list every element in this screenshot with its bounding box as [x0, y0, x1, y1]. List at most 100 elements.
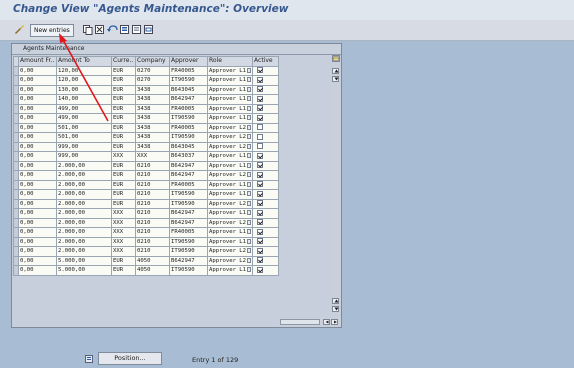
cell-currency[interactable]: EUR	[111, 189, 136, 200]
active-checkbox[interactable]	[257, 190, 264, 197]
column-header-active[interactable]: Active	[252, 56, 280, 67]
cell-company[interactable]: 0210	[135, 227, 170, 238]
column-header-currency[interactable]: Curre..	[111, 56, 136, 67]
copy-icon[interactable]	[83, 25, 93, 35]
cell-amount-from[interactable]: 0,00	[18, 160, 57, 171]
value-help-icon[interactable]	[247, 191, 252, 197]
value-help-icon[interactable]	[247, 267, 252, 273]
cell-company[interactable]: 0210	[135, 217, 170, 228]
cell-amount-to[interactable]: 2.000,00	[56, 198, 112, 209]
cell-currency[interactable]: XXX	[111, 246, 136, 257]
cell-company[interactable]: 3438	[135, 122, 170, 133]
cell-role[interactable]: Approver L1	[206, 236, 254, 247]
cell-currency[interactable]: XXX	[111, 208, 136, 219]
column-header-amount-from[interactable]: Amount Fr..	[18, 56, 57, 67]
value-help-icon[interactable]	[247, 67, 252, 73]
active-checkbox[interactable]	[257, 76, 264, 83]
cell-amount-to[interactable]: 2.000,00	[56, 246, 112, 257]
column-header-amount-to[interactable]: Amount To	[56, 56, 112, 67]
cell-approver[interactable]: B642947	[169, 160, 208, 171]
cell-approver[interactable]: IT90590	[169, 236, 208, 247]
cell-currency[interactable]: XXX	[111, 227, 136, 238]
cell-approver[interactable]: FR40005	[169, 65, 208, 76]
table-row[interactable]: 0,00 2.000,00 XXX 0210 FR40005 Approver L1	[13, 227, 280, 238]
cell-amount-from[interactable]: 0,00	[18, 179, 57, 190]
active-checkbox[interactable]	[257, 171, 264, 178]
cell-amount-to[interactable]: 2.000,00	[56, 160, 112, 171]
table-row[interactable]: 0,00 501,00 EUR 3438 FR40005 Approver L2	[13, 122, 280, 133]
cell-approver[interactable]: IT90590	[169, 246, 208, 257]
cell-amount-to[interactable]: 5.000,00	[56, 255, 112, 266]
table-row[interactable]: 0,00 2.000,00 XXX 0210 IT90590 Approver L2	[13, 246, 280, 257]
cell-role[interactable]: Approver L1	[206, 103, 254, 114]
cell-amount-from[interactable]: 0,00	[18, 113, 57, 124]
cell-role[interactable]: Approver L2	[206, 141, 254, 152]
scroll-up-icon[interactable]	[332, 68, 339, 74]
cell-role[interactable]: Approver L1	[206, 113, 254, 124]
cell-amount-to[interactable]: 2.000,00	[56, 236, 112, 247]
scroll-right-icon[interactable]	[331, 319, 338, 325]
cell-company[interactable]: 0210	[135, 208, 170, 219]
deselect-all-icon[interactable]	[132, 25, 141, 34]
value-help-icon[interactable]	[247, 153, 252, 159]
cell-approver[interactable]: FR40005	[169, 227, 208, 238]
value-help-icon[interactable]	[247, 257, 252, 263]
cell-company[interactable]: 4050	[135, 265, 170, 276]
cell-currency[interactable]: EUR	[111, 65, 136, 76]
cell-approver[interactable]: B643037	[169, 151, 208, 162]
value-help-icon[interactable]	[247, 143, 252, 149]
table-row[interactable]: 0,00 120,00 EUR 0270 IT90590 Approver L1	[13, 75, 280, 86]
cell-currency[interactable]: XXX	[111, 236, 136, 247]
cell-amount-to[interactable]: 499,00	[56, 113, 112, 124]
cell-role[interactable]: Approver L2	[206, 255, 254, 266]
cell-role[interactable]: Approver L2	[206, 217, 254, 228]
cell-amount-to[interactable]: 501,00	[56, 132, 112, 143]
cell-amount-to[interactable]: 5.000,00	[56, 265, 112, 276]
cell-amount-to[interactable]: 2.000,00	[56, 189, 112, 200]
value-help-icon[interactable]	[247, 115, 252, 121]
cell-currency[interactable]: EUR	[111, 265, 136, 276]
cell-approver[interactable]: IT90590	[169, 189, 208, 200]
active-checkbox[interactable]	[257, 162, 264, 169]
position-button[interactable]: Position...	[98, 352, 162, 365]
cell-amount-to[interactable]: 2.000,00	[56, 170, 112, 181]
column-header-approver[interactable]: Approver	[169, 56, 208, 67]
value-help-icon[interactable]	[247, 77, 252, 83]
cell-amount-to[interactable]: 2.000,00	[56, 227, 112, 238]
horizontal-scroll-thumb[interactable]	[280, 319, 320, 325]
column-header-role[interactable]: Role	[206, 56, 254, 67]
cell-role[interactable]: Approver L1	[206, 189, 254, 200]
cell-amount-to[interactable]: 130,00	[56, 84, 112, 95]
select-block-icon[interactable]	[144, 25, 153, 34]
cell-approver[interactable]: FR40005	[169, 179, 208, 190]
cell-company[interactable]: 0210	[135, 160, 170, 171]
cell-currency[interactable]: EUR	[111, 160, 136, 171]
cell-company[interactable]: 3438	[135, 94, 170, 105]
cell-role[interactable]: Approver L1	[206, 84, 254, 95]
cell-role[interactable]: Approver L1	[206, 65, 254, 76]
value-help-icon[interactable]	[247, 200, 252, 206]
active-checkbox[interactable]	[257, 247, 264, 254]
cell-company[interactable]: 0270	[135, 75, 170, 86]
cell-role[interactable]: Approver L1	[206, 227, 254, 238]
active-checkbox[interactable]	[257, 95, 264, 102]
vertical-scrollbar[interactable]	[332, 62, 340, 315]
cell-approver[interactable]: IT90590	[169, 75, 208, 86]
cell-company[interactable]: 0210	[135, 236, 170, 247]
cell-approver[interactable]: IT90590	[169, 265, 208, 276]
cell-company[interactable]: 4050	[135, 255, 170, 266]
cell-role[interactable]: Approver L1	[206, 75, 254, 86]
active-checkbox[interactable]	[257, 152, 264, 159]
table-row[interactable]: 0,00 2.000,00 XXX 0210 B642947 Approver L2	[13, 217, 280, 228]
cell-amount-from[interactable]: 0,00	[18, 227, 57, 238]
cell-role[interactable]: Approver L2	[206, 132, 254, 143]
cell-currency[interactable]: XXX	[111, 151, 136, 162]
cell-role[interactable]: Approver L1	[206, 151, 254, 162]
cell-approver[interactable]: B642947	[169, 94, 208, 105]
table-row[interactable]: 0,00 2.000,00 XXX 0210 B642947 Approver L1	[13, 208, 280, 219]
cell-approver[interactable]: B642947	[169, 217, 208, 228]
active-checkbox[interactable]	[257, 105, 264, 112]
cell-amount-to[interactable]: 501,00	[56, 122, 112, 133]
table-row[interactable]: 0,00 130,00 EUR 3438 B643045 Approver L1	[13, 84, 280, 95]
cell-company[interactable]: 0210	[135, 179, 170, 190]
